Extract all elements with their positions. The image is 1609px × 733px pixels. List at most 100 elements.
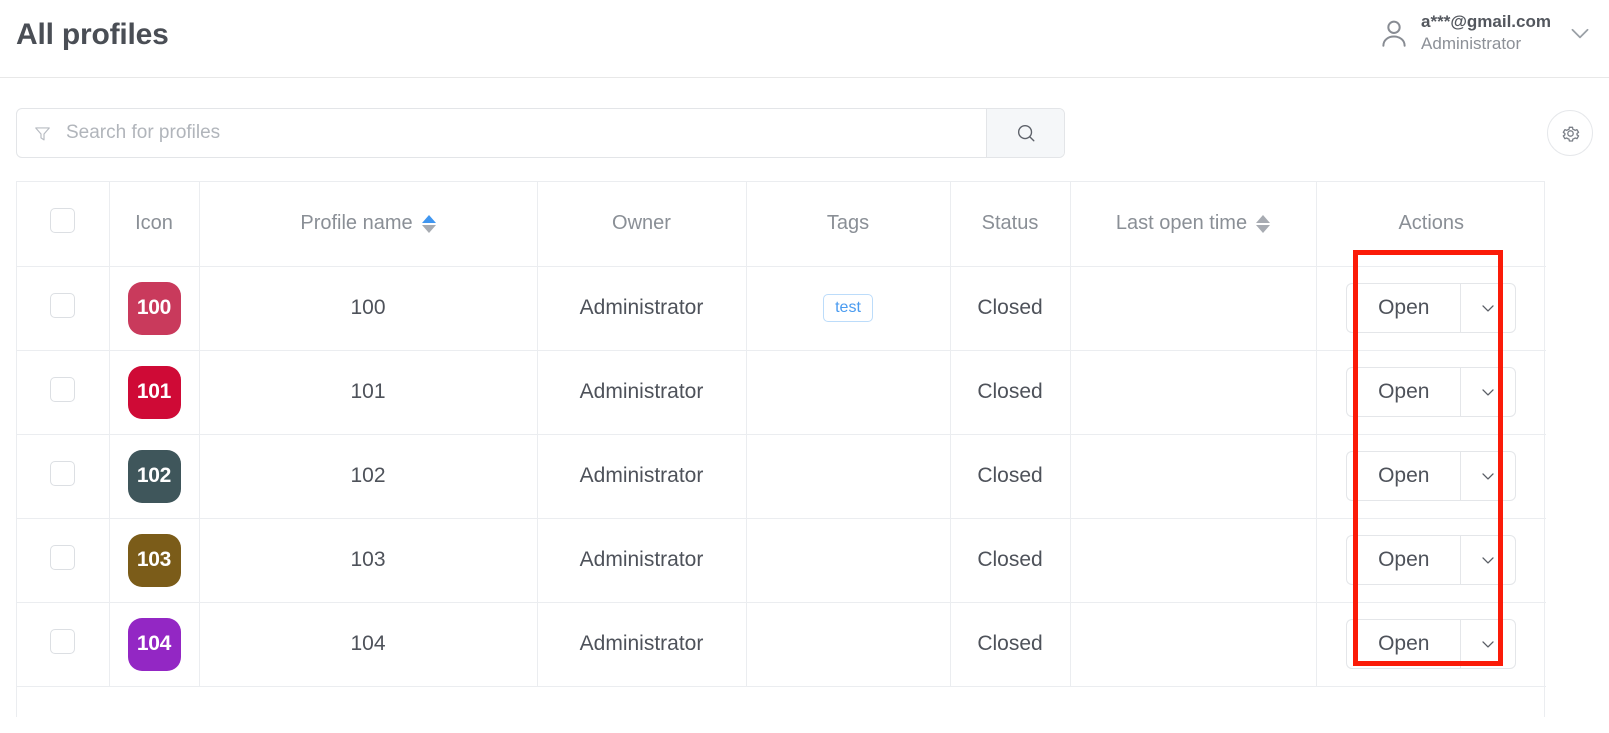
open-button[interactable]: Open: [1346, 283, 1461, 333]
column-header-status: Status: [950, 182, 1071, 267]
row-icon-cell: 104: [109, 602, 200, 687]
open-split-button: Open: [1346, 619, 1517, 669]
open-dropdown-button[interactable]: [1460, 619, 1517, 669]
column-header-select: [17, 182, 110, 267]
open-button[interactable]: Open: [1346, 451, 1461, 501]
column-header-icon: Icon: [109, 182, 200, 267]
table-row[interactable]: 100 100 Administrator test Closed Open: [17, 266, 1546, 351]
row-status: Closed: [950, 518, 1071, 603]
profile-avatar: 102: [127, 449, 181, 503]
row-profile-name: 104: [199, 602, 538, 687]
open-dropdown-button[interactable]: [1460, 535, 1517, 585]
user-info: a***@gmail.com Administrator: [1421, 12, 1551, 53]
chevron-down-icon[interactable]: [1567, 20, 1593, 46]
search-bar: [16, 108, 1065, 158]
sort-ascending-icon[interactable]: [421, 214, 436, 233]
search-input-container: [17, 109, 986, 157]
row-icon-cell: 101: [109, 350, 200, 435]
column-label: Actions: [1398, 212, 1465, 235]
user-email: a***@gmail.com: [1421, 12, 1551, 31]
row-checkbox[interactable]: [50, 461, 76, 486]
row-owner: Administrator: [537, 434, 747, 519]
row-select-cell: [17, 602, 110, 687]
column-header-profile-name[interactable]: Profile name: [199, 182, 538, 267]
row-profile-name: 101: [199, 350, 538, 435]
row-icon-cell: 103: [109, 518, 200, 603]
row-actions-cell: Open: [1316, 350, 1546, 435]
search-input[interactable]: [64, 109, 970, 157]
chevron-down-icon: [1482, 305, 1494, 312]
table-row[interactable]: 101 101 Administrator Closed Open: [17, 350, 1546, 435]
column-label: Last open time: [1115, 212, 1248, 235]
row-checkbox[interactable]: [50, 293, 76, 318]
search-button[interactable]: [986, 109, 1064, 157]
row-last-open-time: [1070, 602, 1317, 687]
open-split-button: Open: [1346, 283, 1517, 333]
user-circle-icon: [1377, 16, 1411, 50]
row-status: Closed: [950, 434, 1071, 519]
page-title: All profiles: [16, 18, 169, 51]
search-magnifier-icon: [1017, 124, 1034, 142]
row-status: Closed: [950, 602, 1071, 687]
table-header-row: Icon Profile name Owner Tags Status Last…: [17, 182, 1546, 267]
row-icon-cell: 102: [109, 434, 200, 519]
row-actions-cell: Open: [1316, 602, 1546, 687]
funnel-filter-icon[interactable]: [33, 124, 52, 143]
select-all-checkbox[interactable]: [50, 208, 76, 234]
toolbar: [0, 78, 1609, 178]
open-dropdown-button[interactable]: [1460, 451, 1517, 501]
row-select-cell: [17, 434, 110, 519]
profile-avatar: 103: [127, 533, 181, 587]
row-owner: Administrator: [537, 266, 747, 351]
row-checkbox[interactable]: [50, 629, 76, 654]
open-button[interactable]: Open: [1346, 619, 1461, 669]
column-label: Tags: [826, 212, 870, 235]
column-label: Icon: [135, 212, 173, 235]
profiles-table: Icon Profile name Owner Tags Status Last…: [17, 182, 1546, 687]
row-checkbox[interactable]: [50, 545, 76, 570]
row-checkbox[interactable]: [50, 377, 76, 402]
tag-badge[interactable]: test: [823, 294, 873, 322]
open-dropdown-button[interactable]: [1460, 283, 1517, 333]
open-split-button: Open: [1346, 451, 1517, 501]
row-tags-cell: [746, 602, 951, 687]
column-label: Profile name: [300, 212, 413, 235]
profile-avatar: 101: [127, 365, 181, 419]
page-header: All profiles a***@gmail.com Administrato…: [0, 0, 1609, 78]
row-select-cell: [17, 350, 110, 435]
row-status: Closed: [950, 350, 1071, 435]
chevron-down-icon: [1482, 641, 1494, 648]
row-status: Closed: [950, 266, 1071, 351]
row-tags-cell: test: [746, 266, 951, 351]
table-row[interactable]: 104 104 Administrator Closed Open: [17, 602, 1546, 687]
open-dropdown-button[interactable]: [1460, 367, 1517, 417]
settings-button[interactable]: [1547, 110, 1593, 156]
row-profile-name: 102: [199, 434, 538, 519]
column-header-actions: Actions: [1316, 182, 1546, 267]
row-actions-cell: Open: [1316, 266, 1546, 351]
row-select-cell: [17, 518, 110, 603]
sort-icon[interactable]: [1256, 214, 1271, 233]
table-row[interactable]: 103 103 Administrator Closed Open: [17, 518, 1546, 603]
table-row[interactable]: 102 102 Administrator Closed Open: [17, 434, 1546, 519]
column-header-owner: Owner: [537, 182, 747, 267]
row-actions-cell: Open: [1316, 518, 1546, 603]
row-profile-name: 103: [199, 518, 538, 603]
chevron-down-icon: [1482, 557, 1494, 564]
row-actions-cell: Open: [1316, 434, 1546, 519]
row-owner: Administrator: [537, 602, 747, 687]
open-button[interactable]: Open: [1346, 367, 1461, 417]
row-owner: Administrator: [537, 518, 747, 603]
all-profiles-page: All profiles a***@gmail.com Administrato…: [0, 0, 1609, 733]
row-profile-name: 100: [199, 266, 538, 351]
row-select-cell: [17, 266, 110, 351]
open-split-button: Open: [1346, 367, 1517, 417]
gear-icon: [1562, 126, 1579, 142]
row-last-open-time: [1070, 518, 1317, 603]
profile-avatar: 104: [127, 617, 181, 671]
user-menu[interactable]: a***@gmail.com Administrator: [1377, 12, 1593, 53]
column-header-last-open-time[interactable]: Last open time: [1070, 182, 1317, 267]
open-split-button: Open: [1346, 535, 1517, 585]
open-button[interactable]: Open: [1346, 535, 1461, 585]
column-label: Status: [981, 212, 1039, 235]
